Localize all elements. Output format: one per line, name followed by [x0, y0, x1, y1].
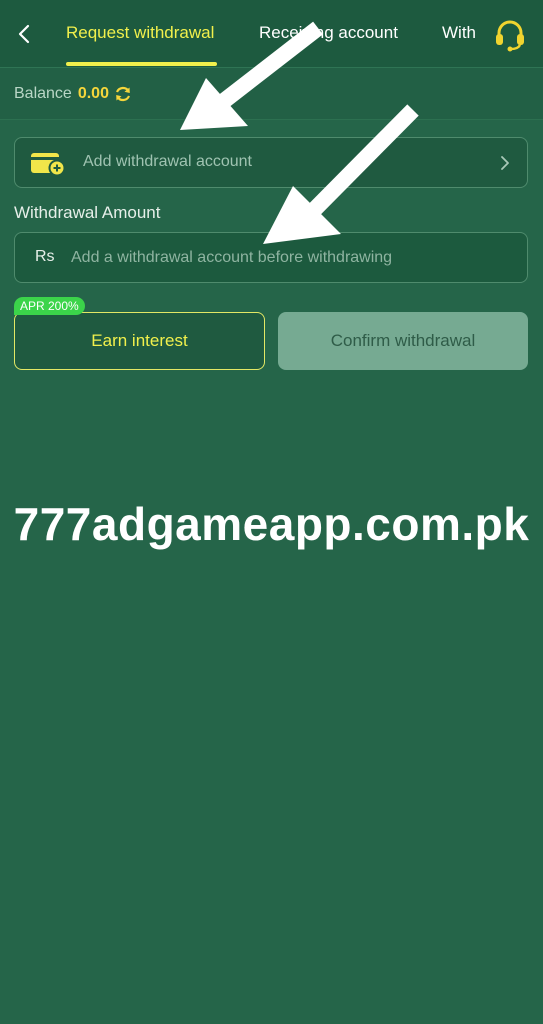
apr-badge: APR 200%: [14, 297, 85, 315]
balance-value: 0.00: [77, 84, 109, 102]
currency-symbol: Rs: [35, 248, 55, 265]
watermark-text: 777adgameapp.com.pk: [13, 498, 530, 550]
support-button[interactable]: [493, 18, 527, 52]
withdrawal-amount-title: Withdrawal Amount: [14, 203, 161, 222]
annotation-arrow-icon: [263, 104, 419, 244]
balance-label: Balance: [14, 84, 72, 102]
confirm-withdrawal-button[interactable]: Confirm withdrawal: [278, 312, 528, 370]
headset-icon: [496, 20, 524, 52]
earn-interest-button[interactable]: Earn interest: [14, 312, 265, 370]
wallet-add-icon: [31, 153, 65, 176]
back-button[interactable]: [10, 20, 38, 48]
chevron-right-icon: [501, 156, 509, 170]
chevron-left-icon: [18, 24, 30, 44]
refresh-icon[interactable]: [114, 85, 132, 103]
tab-withdrawal-history[interactable]: With: [442, 22, 476, 44]
add-account-label: Add withdrawal account: [83, 153, 252, 170]
